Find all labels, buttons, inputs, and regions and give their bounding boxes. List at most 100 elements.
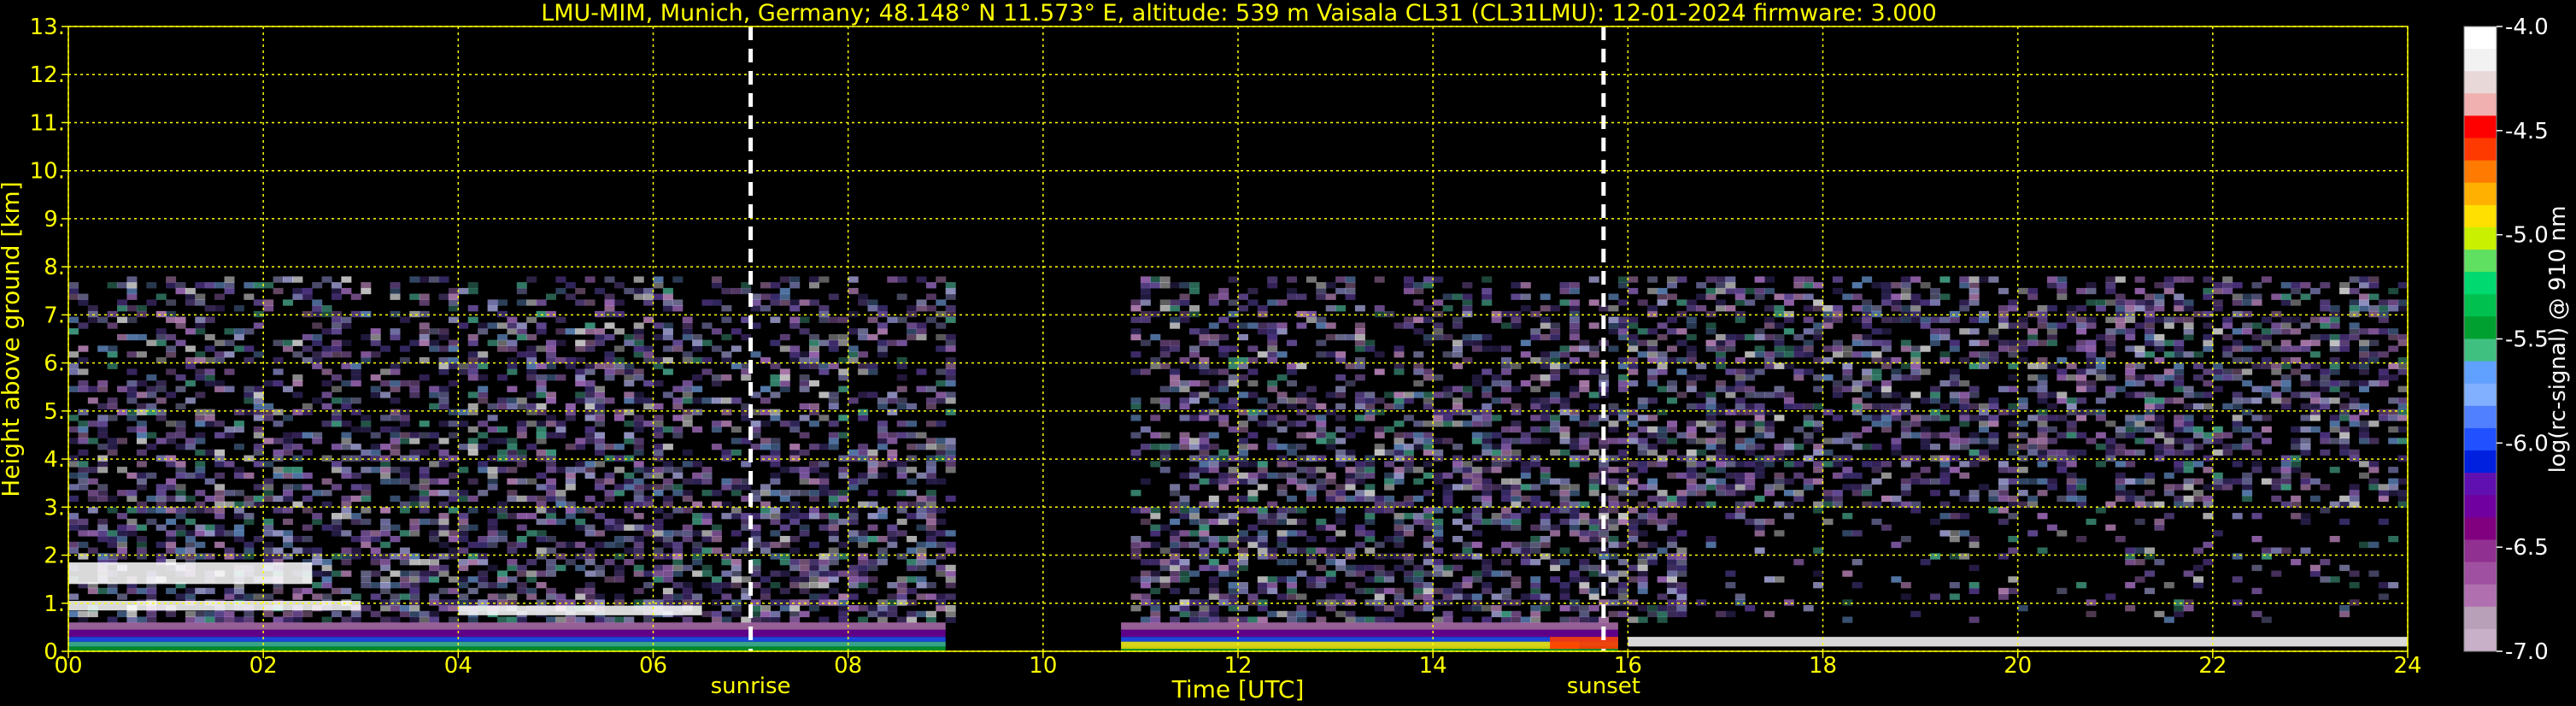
heatmap-cell — [858, 559, 869, 566]
heatmap-cell — [2066, 490, 2077, 497]
heatmap-cell — [253, 461, 264, 468]
heatmap-cell — [244, 610, 255, 618]
heatmap-cell — [916, 610, 927, 618]
heatmap-cell — [1530, 328, 1541, 335]
heatmap-cell — [555, 328, 566, 335]
heatmap-cell — [2125, 362, 2136, 369]
heatmap-cell — [1540, 293, 1551, 300]
heatmap-cell — [204, 368, 215, 375]
heatmap-cell — [1949, 368, 1960, 375]
heatmap-cell — [497, 374, 508, 381]
heatmap-cell — [2037, 513, 2048, 520]
heatmap-cell — [107, 507, 118, 514]
heatmap-cell — [497, 507, 508, 514]
heatmap-cell — [682, 461, 693, 468]
heatmap-cell — [516, 524, 527, 531]
heatmap-cell — [760, 484, 771, 491]
heatmap-cell — [467, 438, 478, 444]
heatmap-cell — [1442, 484, 1453, 491]
heatmap-cell — [1716, 305, 1726, 312]
heatmap-cell — [1170, 576, 1181, 583]
heatmap-cell — [283, 610, 293, 618]
heatmap-cell — [1345, 455, 1356, 462]
heatmap-cell — [166, 507, 177, 514]
heatmap-cell — [838, 316, 849, 323]
heatmap-cell — [1676, 599, 1687, 606]
heatmap-cell — [2174, 385, 2185, 392]
heatmap-cell — [624, 478, 635, 485]
heatmap-cell — [214, 379, 226, 387]
heatmap-cell — [1920, 299, 1931, 306]
heatmap-cell — [1862, 316, 1873, 323]
heatmap-cell — [633, 478, 644, 485]
heatmap-cell — [2154, 432, 2165, 438]
heatmap-cell — [1511, 610, 1522, 618]
heatmap-cell — [214, 490, 226, 497]
heatmap-cell — [1540, 322, 1551, 329]
heatmap-cell — [1179, 385, 1190, 392]
heatmap-cell — [760, 490, 771, 497]
heatmap-cell — [1725, 461, 1736, 468]
heatmap-cell — [848, 518, 859, 526]
heatmap-cell — [1325, 490, 1336, 497]
heatmap-cell — [1471, 415, 1482, 421]
heatmap-cell — [1384, 391, 1395, 398]
heatmap-cell — [1130, 536, 1141, 543]
heatmap-cell — [175, 374, 186, 381]
heatmap-cell — [1364, 518, 1376, 526]
heatmap-cell — [1403, 322, 1414, 329]
heatmap-cell — [507, 495, 518, 503]
heatmap-cell — [2076, 415, 2087, 421]
heatmap-cell — [2066, 397, 2077, 404]
heatmap-cell — [1969, 351, 1980, 358]
heatmap-cell — [907, 322, 918, 329]
heatmap-cell — [1579, 455, 1590, 462]
heatmap-cell — [1588, 299, 1599, 306]
heatmap-cell — [896, 518, 907, 526]
heatmap-cell — [1550, 415, 1561, 421]
heatmap-cell — [1881, 345, 1892, 352]
heatmap-cell — [2125, 310, 2136, 318]
heatmap-cell — [1218, 333, 1229, 341]
heatmap-cell — [1569, 316, 1580, 323]
heatmap-cell — [146, 518, 157, 526]
heatmap-cell — [770, 472, 781, 479]
heatmap-cell — [1257, 576, 1268, 583]
heatmap-cell — [1657, 322, 1668, 329]
heatmap-cell — [575, 553, 586, 560]
heatmap-cell — [332, 287, 342, 295]
heatmap-cell — [1520, 484, 1531, 491]
heatmap-cell — [945, 282, 956, 289]
heatmap-cell — [1325, 524, 1336, 531]
heatmap-cell — [1900, 426, 1911, 433]
heatmap-cell — [1403, 444, 1414, 450]
heatmap-cell — [1813, 461, 1824, 468]
heatmap-cell — [1491, 379, 1502, 387]
heatmap-cell — [2154, 345, 2165, 352]
heatmap-cell — [936, 455, 947, 462]
heatmap-cell — [1579, 582, 1590, 589]
heatmap-cell — [380, 582, 391, 589]
heatmap-cell — [2066, 421, 2077, 427]
heatmap-cell — [1345, 495, 1356, 503]
heatmap-cell — [721, 449, 732, 456]
heatmap-cell — [1316, 282, 1327, 289]
heatmap-cell — [760, 541, 771, 549]
heatmap-cell — [907, 616, 918, 623]
heatmap-cell — [2174, 599, 2185, 606]
heatmap-cell — [1325, 472, 1336, 479]
heatmap-cell — [136, 305, 147, 312]
heatmap-cell — [2145, 333, 2155, 341]
heatmap-cell — [887, 536, 898, 543]
heatmap-cell — [1647, 461, 1658, 468]
heatmap-cell — [701, 518, 713, 526]
heatmap-cell — [1657, 432, 1668, 438]
heatmap-cell — [332, 282, 342, 289]
heatmap-cell — [877, 345, 888, 352]
heatmap-cell — [1979, 403, 1989, 410]
heatmap-cell — [341, 316, 352, 323]
heatmap-cell — [1949, 391, 1960, 398]
heatmap-cell — [779, 299, 790, 306]
heatmap-cell — [711, 379, 722, 387]
heatmap-cell — [711, 616, 722, 623]
